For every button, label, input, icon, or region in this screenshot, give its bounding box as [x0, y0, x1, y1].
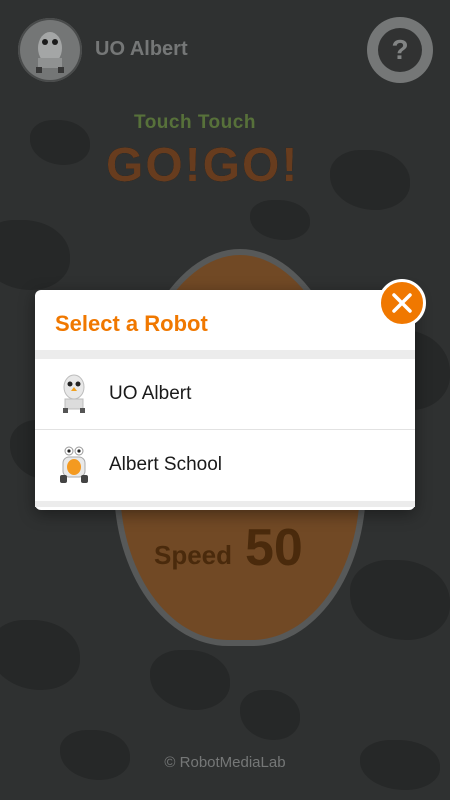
close-icon: [392, 293, 412, 313]
robot-option-label: Albert School: [109, 454, 223, 475]
select-robot-dialog: Select a Robot UO Albert Albert School: [35, 290, 415, 510]
robot-option-label: UO Albert: [109, 383, 192, 404]
robot-option-albert-school[interactable]: Albert School: [35, 430, 415, 500]
robot-option-uo-albert[interactable]: UO Albert: [35, 359, 415, 430]
divider: [35, 350, 415, 359]
albert-school-robot-icon: [57, 444, 91, 486]
dialog-title: Select a Robot: [55, 311, 208, 336]
uo-albert-robot-icon: [57, 373, 91, 415]
divider: [35, 501, 415, 507]
close-dialog-button[interactable]: [378, 279, 426, 327]
